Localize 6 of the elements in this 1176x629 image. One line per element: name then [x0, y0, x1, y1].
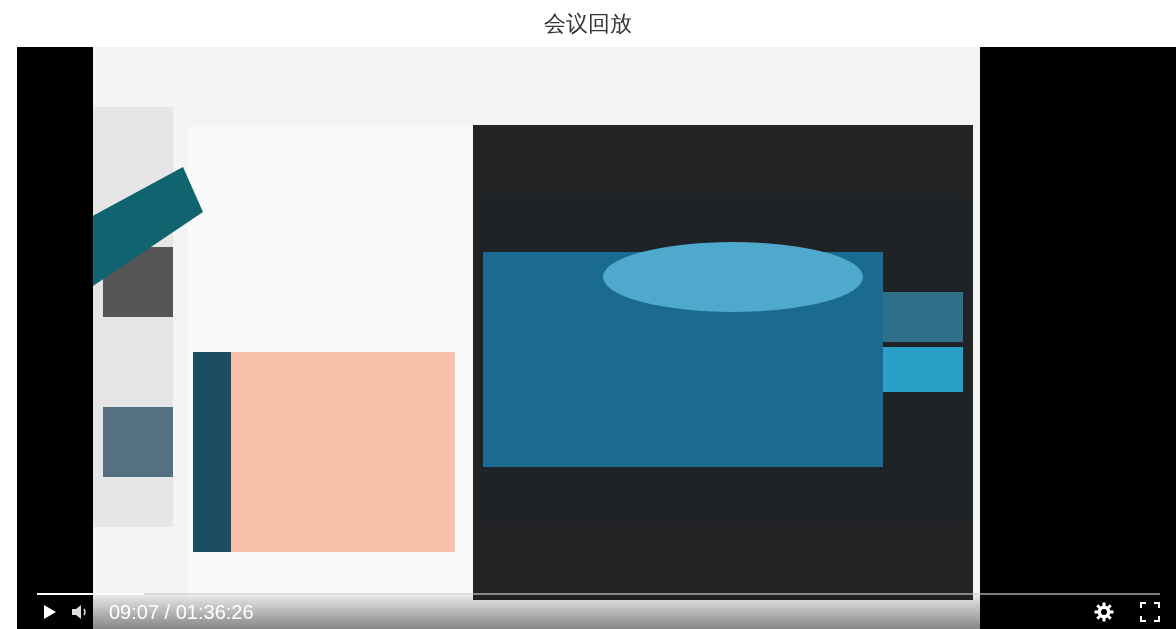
playback-time: 09:07 / 01:36:26	[109, 600, 254, 624]
volume-icon[interactable]	[71, 604, 89, 620]
page-title: 会议回放	[543, 9, 633, 38]
fullscreen-icon[interactable]	[1140, 602, 1160, 622]
settings-icon[interactable]	[1094, 602, 1114, 622]
play-button[interactable]	[43, 604, 57, 620]
